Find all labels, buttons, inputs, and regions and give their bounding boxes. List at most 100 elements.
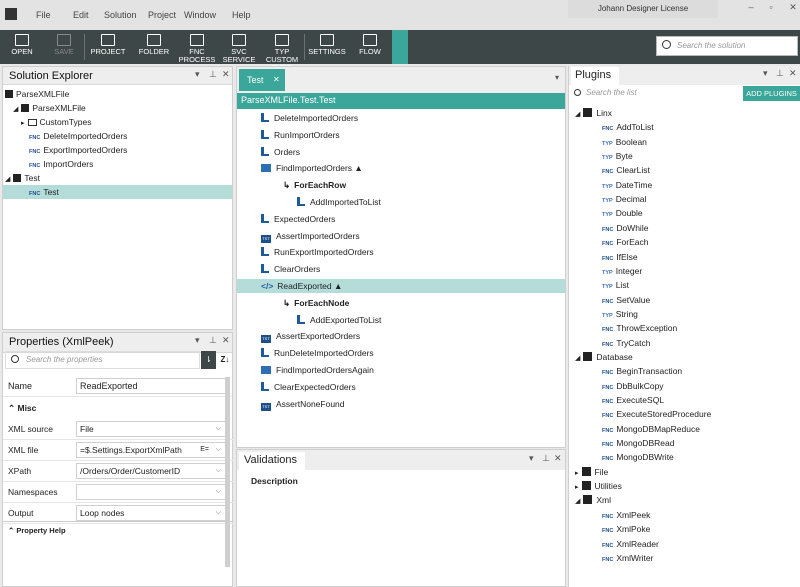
plugin-item[interactable]: FNC ThrowException [569, 321, 799, 335]
toolbar-button-typ-custom-type[interactable]: TYP CUSTOM TYPE [260, 30, 304, 72]
toolbar-button-open[interactable]: OPEN [2, 30, 42, 64]
plugin-item[interactable]: FNC ClearList [569, 163, 799, 177]
tab-menu-icon[interactable]: ▾ [555, 73, 559, 82]
properties-search-input[interactable]: Search the properties [5, 351, 200, 369]
chevron-down-icon[interactable]: ⌵ [216, 506, 221, 520]
process-step[interactable]: TST AssertNoneFound [237, 397, 565, 411]
tree-item-fnc[interactable]: FNC ImportOrders [3, 157, 232, 171]
plugin-item[interactable]: TYP String [569, 307, 799, 321]
chevron-right-icon[interactable]: ▸ [575, 484, 579, 491]
plugin-item[interactable]: TYP Boolean [569, 135, 799, 149]
process-step[interactable]: ↳ ForEachNode [237, 296, 565, 310]
plugin-item[interactable]: FNC TryCatch [569, 336, 799, 350]
process-step[interactable]: ↳ ForEachRow [237, 178, 565, 192]
pin-icon[interactable]: ⊥ [209, 335, 217, 346]
process-step[interactable]: RunImportOrders [237, 128, 565, 142]
plugin-item[interactable]: FNC XmlPoke [569, 522, 799, 536]
plugin-item[interactable]: FNC XmlWriter [569, 551, 799, 565]
property-value-field[interactable]: =$.Settings.ExportXmlPath E= ⌵ [76, 442, 226, 458]
tree-item-project[interactable]: ◢ Test [3, 171, 232, 185]
plugin-item[interactable]: FNC DoWhile [569, 221, 799, 235]
plugin-item[interactable]: FNC SetValue [569, 293, 799, 307]
plugin-group[interactable]: ▸ Utilities [569, 479, 799, 493]
properties-scrollbar[interactable] [225, 377, 230, 567]
plugin-item[interactable]: TYP DateTime [569, 178, 799, 192]
menu-item-window[interactable]: Window [184, 10, 216, 20]
tree-item-solution[interactable]: ParseXMLFile [3, 87, 232, 101]
plugin-item[interactable]: TYP Byte [569, 149, 799, 163]
tree-item-folder[interactable]: ▸ CustomTypes [3, 115, 232, 129]
plugin-item[interactable]: FNC ForEach [569, 235, 799, 249]
process-step[interactable]: FindImportedOrders ▲ [237, 161, 565, 175]
process-step[interactable]: RunExportImportedOrders [237, 245, 565, 259]
process-step[interactable]: TST AssertExportedOrders [237, 329, 565, 344]
plugin-item[interactable]: FNC IfElse [569, 250, 799, 264]
toolbar-button-fnc-process[interactable]: FNC PROCESS [176, 30, 218, 64]
toolbar-button-flow[interactable]: FLOW [350, 30, 390, 64]
misc-category[interactable]: ⌃ Misc [8, 403, 36, 414]
plugin-item[interactable]: TYP List [569, 278, 799, 292]
process-step[interactable]: AddExportedToList [237, 313, 565, 327]
alphabetical-sort-icon[interactable]: Z↓ [218, 351, 232, 369]
close-icon[interactable]: ✕ [222, 335, 230, 346]
property-value-field[interactable]: Loop nodes ⌵ [76, 505, 226, 521]
menu-item-project[interactable]: Project [148, 10, 176, 20]
expand-toggle-icon[interactable]: ▸ [21, 120, 25, 127]
plugin-item[interactable]: FNC XmlReader [569, 537, 799, 551]
process-step[interactable]: Orders [237, 145, 565, 159]
plugin-group[interactable]: ◢ Database [569, 350, 799, 364]
pin-icon[interactable]: ⊥ [209, 69, 217, 80]
tab-test[interactable]: Test ✕ [239, 69, 285, 91]
pin-icon[interactable]: ⊥ [542, 453, 550, 464]
tree-item-fnc[interactable]: FNC Test [3, 185, 232, 199]
expression-icon[interactable]: E= [200, 443, 209, 457]
chevron-down-icon[interactable]: ◢ [575, 498, 580, 505]
plugin-item[interactable]: TYP Double [569, 206, 799, 220]
plugin-item[interactable]: FNC ExecuteSQL [569, 393, 799, 407]
process-step[interactable]: AddImportedToList [237, 195, 565, 209]
menu-item-solution[interactable]: Solution [104, 10, 137, 20]
tab-plugins[interactable]: Plugins [571, 67, 619, 85]
expand-toggle-icon[interactable]: ◢ [5, 176, 10, 183]
dropdown-icon[interactable]: ▾ [195, 335, 200, 346]
process-step[interactable]: ClearOrders [237, 262, 565, 276]
close-icon[interactable]: ✕ [222, 69, 230, 80]
toolbar-button-svc-service[interactable]: SVC SERVICE [220, 30, 258, 64]
menu-item-file[interactable]: File [36, 10, 51, 20]
process-step[interactable]: FindImportedOrdersAgain [237, 363, 565, 377]
property-value-field[interactable]: ⌵ [76, 484, 226, 500]
menu-item-edit[interactable]: Edit [73, 10, 89, 20]
plugin-group[interactable]: ◢ Xml [569, 493, 799, 507]
process-step[interactable]: RunDeleteImportedOrders [237, 346, 565, 360]
plugin-item[interactable]: FNC XmlPeek [569, 508, 799, 522]
toolbar-button-folder[interactable]: FOLDER [134, 30, 174, 64]
chevron-right-icon[interactable]: ▸ [575, 470, 579, 477]
process-step[interactable]: ExpectedOrders [237, 212, 565, 226]
plugin-item[interactable]: FNC MongoDBWrite [569, 450, 799, 464]
process-step[interactable]: </> ReadExported ▲ [237, 279, 565, 293]
chevron-down-icon[interactable]: ◢ [575, 355, 580, 362]
plugin-group[interactable]: ◢ Linx [569, 106, 799, 120]
tab-validations[interactable]: Validations [239, 452, 305, 470]
plugin-item[interactable]: FNC DbBulkCopy [569, 379, 799, 393]
process-step[interactable]: ClearExpectedOrders [237, 380, 565, 394]
plugins-search-input[interactable]: Search the list [571, 86, 741, 101]
add-plugins-button[interactable]: ADD PLUGINS [743, 86, 800, 101]
property-value-field[interactable]: File ⌵ [76, 421, 226, 437]
chevron-down-icon[interactable]: ⌵ [216, 422, 221, 436]
tree-item-fnc[interactable]: FNC ExportImportedOrders [3, 143, 232, 157]
description-column-header[interactable]: Description [251, 476, 298, 486]
process-step[interactable]: TST AssertImportedOrders [237, 229, 565, 243]
tree-item-project[interactable]: ◢ ParseXMLFile [3, 101, 232, 115]
toolbar-button-settings[interactable]: SETTINGS [306, 30, 348, 64]
expand-toggle-icon[interactable]: ◢ [13, 106, 18, 113]
name-field[interactable]: ReadExported [76, 378, 226, 394]
plugin-item[interactable]: TYP Integer [569, 264, 799, 278]
pin-icon[interactable]: ⊥ [776, 68, 784, 79]
close-window-button[interactable]: ✕ [780, 0, 800, 16]
chevron-down-icon[interactable]: ⌵ [216, 443, 221, 457]
chevron-down-icon[interactable]: ◢ [575, 111, 580, 118]
process-step[interactable]: DeleteImportedOrders [237, 111, 565, 125]
solution-search-input[interactable]: Search the solution [656, 36, 798, 56]
plugin-item[interactable]: FNC AddToList [569, 120, 799, 134]
